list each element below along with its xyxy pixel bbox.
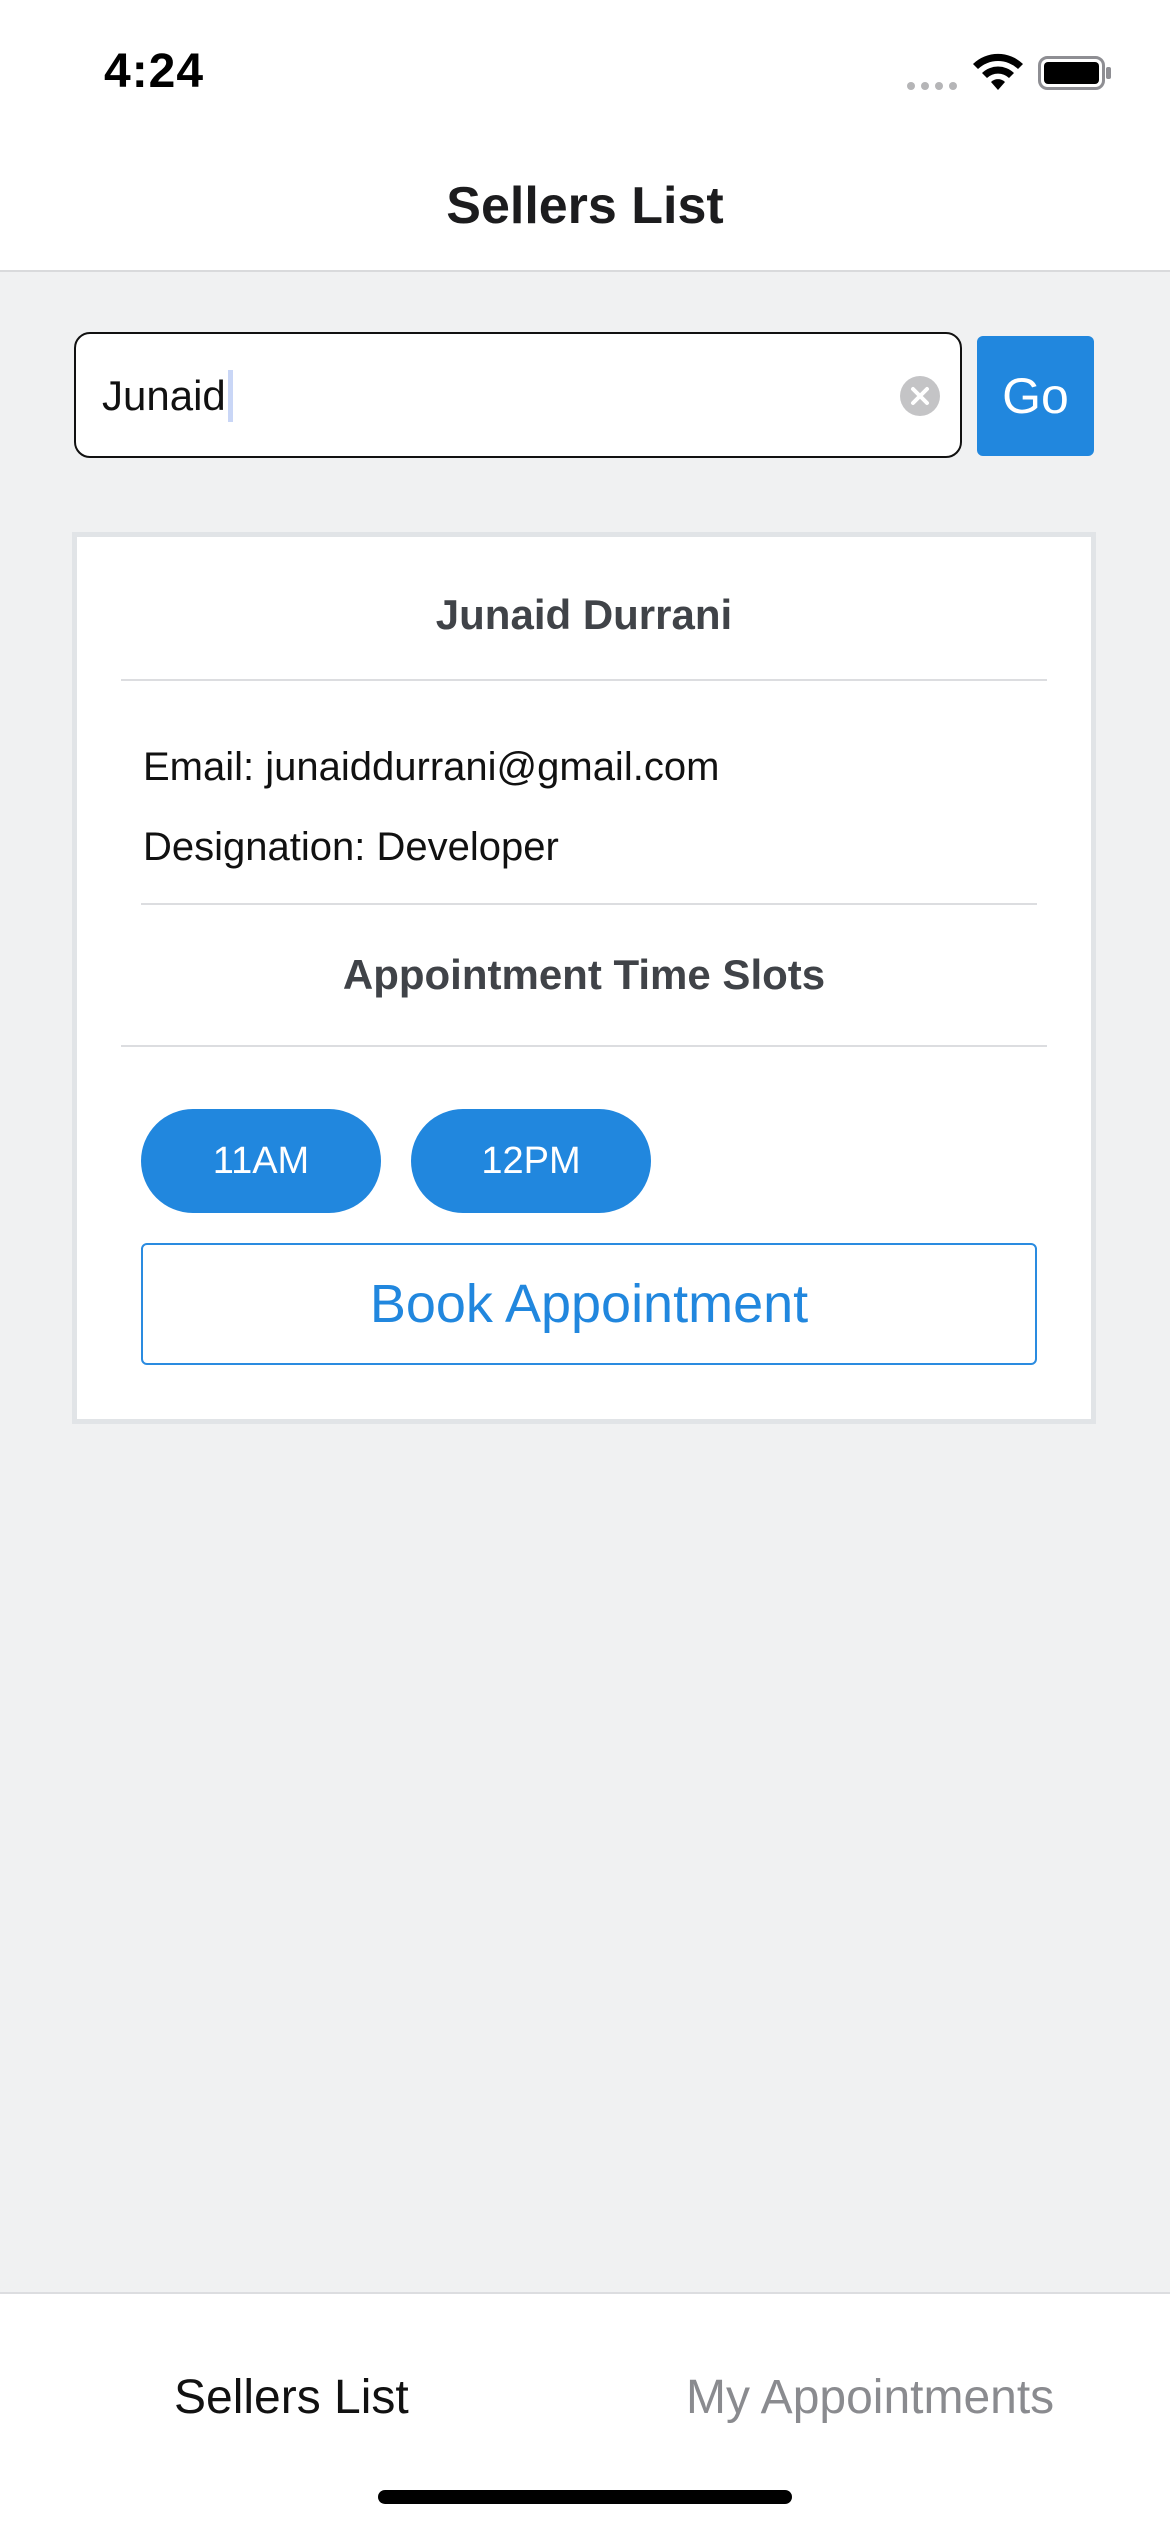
text-caret: [227, 369, 233, 422]
divider: [141, 903, 1037, 905]
nav-header: Sellers List: [0, 140, 1170, 272]
seller-email: Email: junaiddurrani@gmail.com: [143, 745, 720, 789]
signal-icon: [907, 82, 957, 90]
seller-designation: Designation: Developer: [143, 825, 559, 869]
home-indicator[interactable]: [378, 2490, 792, 2504]
tab-sellers-list[interactable]: Sellers List: [174, 2370, 409, 2425]
time-slot-12pm[interactable]: 12PM: [411, 1109, 651, 1213]
go-button[interactable]: Go: [977, 336, 1094, 456]
seller-card: Junaid Durrani Email: junaiddurrani@gmai…: [72, 532, 1096, 1424]
divider: [121, 1045, 1047, 1047]
slots-title: Appointment Time Slots: [342, 951, 826, 998]
status-time: 4:24: [104, 45, 205, 98]
page-title: Sellers List: [446, 177, 724, 235]
search-text: Junaid: [102, 372, 226, 419]
search-input-value: Junaid: [102, 369, 233, 422]
time-slot-11am[interactable]: 11AM: [141, 1109, 381, 1213]
book-appointment-button[interactable]: Book Appointment: [141, 1243, 1037, 1365]
battery-icon: [1038, 56, 1111, 90]
clear-icon[interactable]: [900, 376, 940, 416]
search-input[interactable]: Junaid: [74, 332, 962, 458]
status-bar: 4:24: [0, 0, 1170, 140]
wifi-icon: [973, 53, 1023, 90]
tab-my-appointments[interactable]: My Appointments: [686, 2370, 1054, 2425]
divider: [121, 679, 1047, 681]
seller-name: Junaid Durrani: [435, 591, 733, 638]
